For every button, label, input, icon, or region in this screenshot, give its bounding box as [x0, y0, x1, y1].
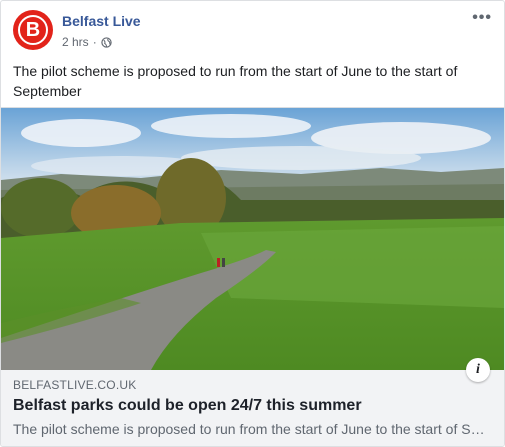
post-meta: 2 hrs · — [62, 35, 112, 49]
post-timestamp[interactable]: 2 hrs — [62, 35, 89, 49]
more-options-icon[interactable]: ••• — [472, 9, 492, 27]
link-image[interactable] — [1, 108, 504, 370]
info-icon[interactable]: i — [466, 358, 490, 382]
link-headline[interactable]: Belfast parks could be open 24/7 this su… — [13, 397, 493, 415]
avatar-letter: B — [18, 15, 48, 45]
link-description[interactable]: The pilot scheme is proposed to run from… — [13, 421, 491, 437]
page-avatar[interactable]: B — [13, 10, 53, 50]
meta-separator: · — [92, 35, 97, 49]
feed-post: B Belfast Live 2 hrs · ••• The pilot sch… — [0, 0, 505, 447]
link-preview[interactable]: i BELFASTLIVE.CO.UK Belfast parks could … — [1, 107, 504, 446]
post-header: B Belfast Live 2 hrs · ••• — [1, 1, 504, 51]
park-photo — [1, 108, 504, 370]
globe-icon[interactable] — [101, 36, 112, 48]
page-name-link[interactable]: Belfast Live — [62, 13, 141, 29]
post-message: The pilot scheme is proposed to run from… — [13, 63, 458, 99]
link-domain[interactable]: BELFASTLIVE.CO.UK — [13, 378, 136, 392]
